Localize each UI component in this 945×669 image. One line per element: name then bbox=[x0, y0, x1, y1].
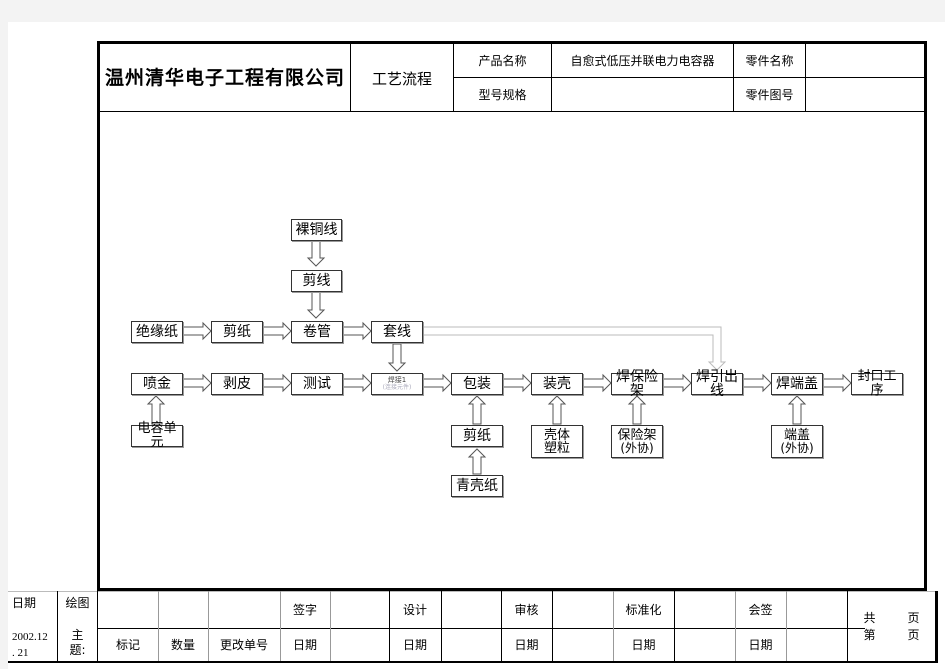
drawing-frame bbox=[97, 41, 927, 591]
part-name-label: 零件名称 bbox=[745, 54, 794, 68]
sign-label: 签字 bbox=[292, 603, 317, 617]
node-spray-gold: 喷金 bbox=[131, 373, 183, 395]
node-case-assembly: 装壳 bbox=[531, 373, 583, 395]
node-testing: 测试 bbox=[291, 373, 343, 395]
product-name-value: 自愈式低压并联电力电容器 bbox=[570, 54, 715, 68]
standardize-date-label: 日期 bbox=[631, 638, 656, 652]
node-green-shell-paper: 青壳纸 bbox=[451, 475, 503, 497]
total-pages-prefix: 共 bbox=[863, 611, 876, 625]
divider bbox=[935, 591, 938, 663]
date-value-line1: 2002.12 bbox=[12, 630, 48, 643]
node-weld-lead-wire: 焊引出线 bbox=[691, 370, 743, 398]
sign-date-label: 日期 bbox=[292, 638, 317, 652]
welding-1-title: 焊接1 bbox=[387, 376, 407, 384]
end-cap-line2: (外协) bbox=[780, 440, 814, 455]
divider bbox=[552, 591, 553, 661]
design-date-label: 日期 bbox=[402, 638, 427, 652]
node-bare-copper-wire: 裸铜线 bbox=[291, 219, 342, 241]
part-name-value bbox=[806, 44, 924, 77]
date-value-line2: . 21 bbox=[12, 646, 29, 659]
node-weld-fuse-holder: 焊保险架 bbox=[611, 370, 663, 398]
page-no-prefix: 第 bbox=[863, 628, 876, 642]
change-no-label: 更改单号 bbox=[219, 638, 268, 652]
subject-line2: 题: bbox=[69, 643, 86, 657]
total-pages: 共 页 bbox=[863, 610, 919, 627]
node-shell-pellets: 壳体 塑粒 bbox=[531, 425, 583, 458]
drawing-label: 绘图 bbox=[65, 595, 90, 610]
divider bbox=[674, 591, 675, 661]
review-label: 审核 bbox=[514, 603, 539, 617]
quantity-label: 数量 bbox=[170, 638, 195, 652]
model-value bbox=[552, 78, 733, 111]
node-welding-1: 焊接1 (连接元件) bbox=[371, 373, 423, 395]
total-pages-suffix: 页 bbox=[907, 611, 920, 625]
node-wrapping: 包装 bbox=[451, 373, 503, 395]
company-name: 温州清华电子工程有限公司 bbox=[104, 67, 345, 89]
model-label: 型号规格 bbox=[478, 88, 527, 102]
countersign-label: 会签 bbox=[748, 603, 773, 617]
node-cut-wire: 剪线 bbox=[291, 270, 342, 292]
node-fuse-holder: 保险架 (外协) bbox=[611, 425, 663, 458]
design-label: 设计 bbox=[402, 603, 427, 617]
end-cap-line1: 端盖 bbox=[783, 427, 810, 443]
shell-pellets-line2: 塑粒 bbox=[543, 440, 570, 456]
node-end-cap: 端盖 (外协) bbox=[771, 425, 823, 458]
shell-pellets-line1: 壳体 bbox=[543, 427, 570, 443]
date-label: 日期 bbox=[12, 595, 37, 610]
page-count: 共 页 第 页 bbox=[848, 605, 935, 649]
divider bbox=[8, 591, 938, 592]
node-peeling: 剥皮 bbox=[211, 373, 263, 395]
node-capacitor-unit: 电容单元 bbox=[131, 422, 183, 450]
revision-table: 日期 绘图 签字 设计 审核 标准化 会签 2002.12 . 21 主 题: … bbox=[8, 591, 938, 663]
page-number: 第 页 bbox=[863, 627, 919, 644]
title-block: 温州清华电子工程有限公司 工艺流程 产品名称 自愈式低压并联电力电容器 零件名称… bbox=[100, 44, 924, 112]
subject-line1: 主 bbox=[71, 628, 84, 642]
part-drawing-label: 零件图号 bbox=[745, 88, 794, 102]
date-value: 2002.12 . 21 bbox=[8, 628, 57, 661]
node-insulation-paper: 绝缘纸 bbox=[131, 321, 183, 343]
page-no-suffix: 页 bbox=[907, 628, 920, 642]
divider bbox=[8, 661, 938, 663]
node-cut-paper-2: 剪纸 bbox=[451, 425, 503, 447]
review-date-label: 日期 bbox=[514, 638, 539, 652]
product-name-label: 产品名称 bbox=[478, 54, 527, 68]
divider bbox=[441, 591, 442, 661]
fuse-holder-line2: (外协) bbox=[620, 440, 654, 455]
node-winding: 卷管 bbox=[291, 321, 343, 343]
fuse-holder-line1: 保险架 bbox=[617, 427, 657, 443]
standardize-label: 标准化 bbox=[625, 603, 662, 617]
node-sleeving: 套线 bbox=[371, 321, 423, 343]
welding-1-note: (连接元件) bbox=[382, 384, 412, 391]
part-drawing-value bbox=[806, 78, 924, 111]
node-weld-end-cap: 焊端盖 bbox=[771, 373, 823, 395]
divider bbox=[330, 591, 331, 661]
mark-label: 标记 bbox=[115, 638, 140, 652]
countersign-date-label: 日期 bbox=[748, 638, 773, 652]
subject-label: 主 题: bbox=[58, 625, 97, 661]
node-sealing: 封口工序 bbox=[851, 370, 903, 398]
divider bbox=[786, 591, 787, 661]
document-type: 工艺流程 bbox=[371, 69, 432, 88]
node-cut-paper: 剪纸 bbox=[211, 321, 263, 343]
